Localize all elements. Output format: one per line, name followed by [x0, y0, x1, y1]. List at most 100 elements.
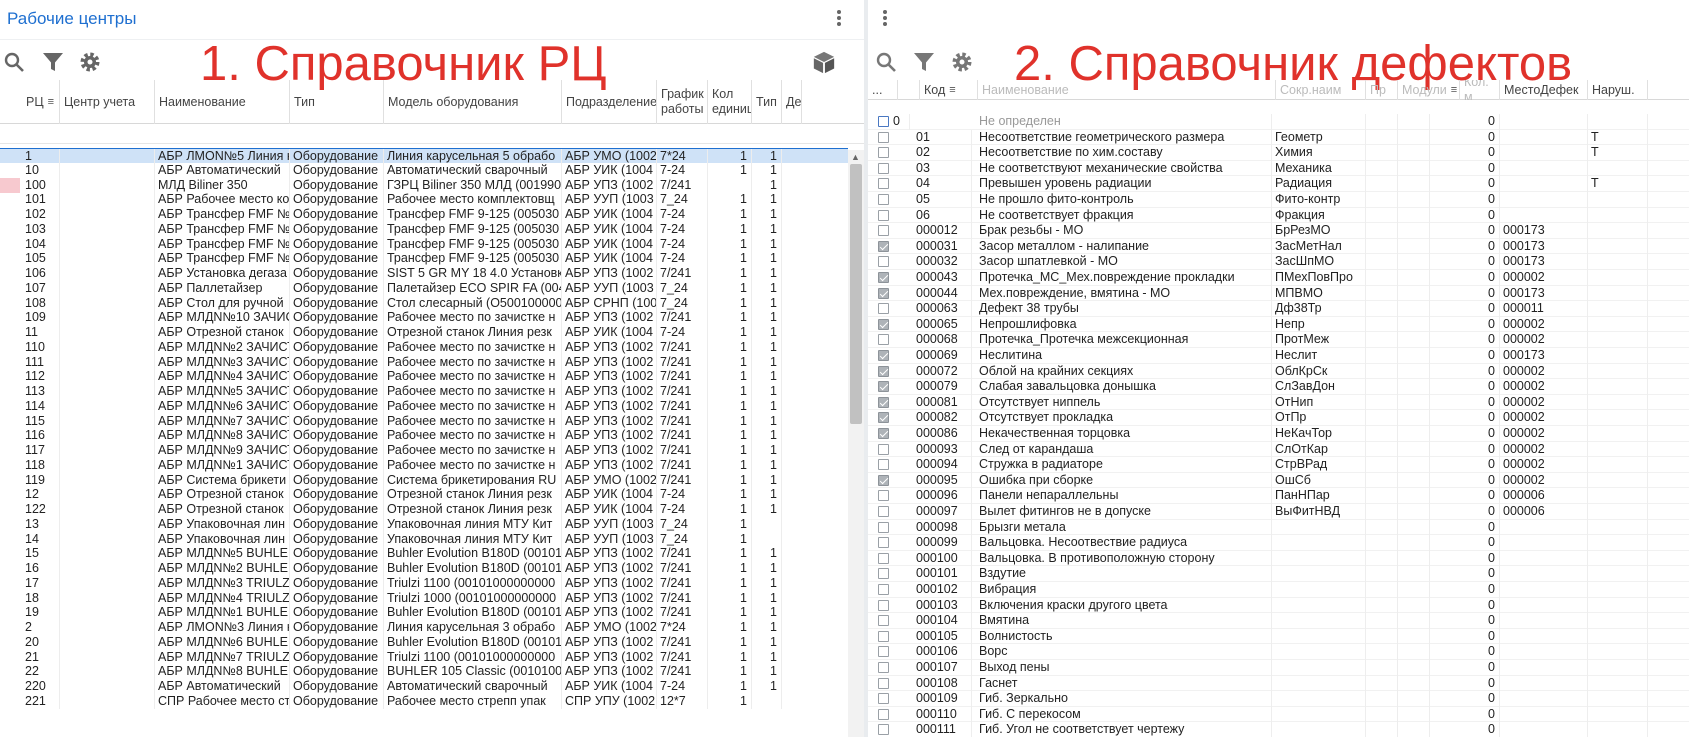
table-row[interactable]: 18 АБР МЛДN№4 TRIULZI Оборудование Triulzi … [0, 590, 848, 606]
column-header[interactable]: МестоДефек [1500, 80, 1588, 100]
table-row[interactable]: 118 АБР МЛДN№1 ЗАЧИСТ Оборудование Рабочее … [0, 457, 848, 473]
table-row[interactable]: 104 АБР Трансфер FMF № Оборудование Трансфе… [0, 236, 848, 252]
table-row[interactable]: 15 АБР МЛДN№5 BUHLER Оборудование Buhler Ev… [0, 546, 848, 561]
table-row[interactable]: 122 АБР Отрезной станок Оборудование Отрезн… [0, 502, 848, 517]
table-row[interactable]: 106 АБР Установка дегаза Оборудование SIST … [0, 266, 848, 281]
table-row[interactable]: 109 АБР МЛДN№10 ЗАЧИСТ Оборудование Рабочее… [0, 310, 848, 325]
row-checkbox[interactable] [878, 287, 889, 299]
table-row[interactable]: 000110 Гиб. С перекосом 0 [868, 706, 1689, 723]
table-row[interactable]: 000104 Вмятина 0 [868, 613, 1689, 629]
row-checkbox[interactable] [878, 225, 889, 237]
checkbox-column-header[interactable] [898, 80, 920, 100]
table-row[interactable]: 06 Не соответствует фракция Фракция 0 [868, 207, 1689, 224]
table-row[interactable]: 107 АБР Паллетайзер Оборудование Палетайзер… [0, 280, 848, 296]
row-checkbox[interactable] [878, 552, 889, 564]
table-row[interactable]: 115 АБР МЛДN№7 ЗАЧИСТ Оборудование Рабочее … [0, 413, 848, 429]
filter-icon[interactable] [912, 50, 936, 74]
table-row[interactable]: 000044 Мех.повреждение, вмятина - МО МПВМО… [868, 285, 1689, 302]
table-row[interactable]: 000101 Вздутие 0 [868, 566, 1689, 582]
row-checkbox[interactable] [878, 506, 889, 517]
row-checkbox[interactable] [878, 443, 889, 455]
table-row[interactable]: 105 АБР Трансфер FMF № Оборудование Трансфе… [0, 251, 848, 266]
column-header[interactable]: Наименование [155, 80, 290, 124]
row-checkbox[interactable] [878, 365, 889, 377]
column-header[interactable]: Тип [752, 80, 782, 124]
table-row[interactable]: 116 АБР МЛДN№8 ЗАЧИСТ Оборудование Рабочее … [0, 428, 848, 443]
column-header[interactable]: Наруш. [1588, 80, 1648, 100]
row-checkbox[interactable] [878, 428, 889, 439]
table-row[interactable]: 221 СПР Рабочее место ст Оборудование Рабоч… [0, 693, 848, 709]
table-row[interactable]: 000105 Волнистость 0 [868, 628, 1689, 645]
row-checkbox[interactable] [878, 209, 889, 221]
sort-icon[interactable]: ≡ [1451, 83, 1457, 98]
row-checkbox[interactable] [878, 521, 889, 533]
table-row[interactable]: 000102 Вибрация 0 [868, 582, 1689, 598]
row-checkbox[interactable] [878, 490, 889, 502]
row-checkbox[interactable] [878, 474, 889, 486]
column-header[interactable]: Центр учета [60, 80, 155, 124]
row-checkbox[interactable] [878, 381, 889, 393]
table-row[interactable]: 000094 Стружка в радиаторе СтрВРад 0 000002 [868, 457, 1689, 473]
search-icon[interactable] [2, 50, 26, 74]
row-checkbox[interactable] [878, 178, 889, 190]
table-row[interactable]: 000096 Панели непараллельны ПанНПар 0 000006 [868, 488, 1689, 504]
filter-icon[interactable] [41, 50, 65, 74]
table-row[interactable]: 000068 Протечка_Протечка межсекционная Про… [868, 332, 1689, 348]
table-row[interactable]: 000106 Ворс 0 [868, 644, 1689, 660]
table-row[interactable]: 21 АБР МЛДN№7 TRIULZI Оборудование Triulzi … [0, 649, 848, 665]
table-row[interactable]: 14 АБР Упаковочная лин Оборудование Упаково… [0, 531, 848, 547]
row-checkbox[interactable] [878, 693, 889, 705]
table-row[interactable]: 10 АБР Автоматический Оборудование Автомати… [0, 162, 848, 178]
row-checkbox[interactable] [878, 256, 889, 268]
row-checkbox[interactable] [878, 599, 889, 611]
table-row[interactable]: 000063 Дефект 38 трубы Дф38Тр 0 000011 [868, 301, 1689, 317]
row-checkbox[interactable] [878, 396, 889, 408]
table-row[interactable]: 16 АБР МЛДN№2 BUHLER Оборудование Buhler Ev… [0, 561, 848, 576]
table-row[interactable]: 111 АБР МЛДN№3 ЗАЧИСТ Оборудование Рабочее … [0, 354, 848, 370]
table-row[interactable]: 000097 Вылет фитингов не в допуске ВыФитНВ… [868, 504, 1689, 520]
column-header[interactable]: Подразделение [562, 80, 657, 124]
table-row[interactable]: 000012 Брак резьбы - МО БрРезМО 0 000173 [868, 223, 1689, 239]
search-icon[interactable] [874, 50, 898, 74]
table-row[interactable]: 102 АБР Трансфер FMF № Оборудование Трансфе… [0, 207, 848, 222]
row-checkbox[interactable] [878, 131, 889, 143]
table-row[interactable]: 000095 Ошибка при сборке ОшСб 0 000002 [868, 472, 1689, 489]
row-checkbox[interactable] [878, 350, 889, 361]
table-row[interactable]: 000032 Засор шпатлевкой - МО ЗасШпМО 0 00017… [868, 254, 1689, 270]
table-row[interactable]: 112 АБР МЛДN№4 ЗАЧИСТ Оборудование Рабочее … [0, 369, 848, 384]
table-row[interactable]: 113 АБР МЛДN№5 ЗАЧИСТ Оборудование Рабочее … [0, 384, 848, 399]
column-header[interactable]: График работы [657, 80, 708, 124]
table-row[interactable]: 000065 Непрошлифовка Непр 0 000002 [868, 316, 1689, 333]
gear-icon[interactable] [78, 50, 102, 74]
column-header[interactable]: Код ≡ [920, 80, 978, 100]
row-checkbox[interactable] [878, 459, 889, 471]
row-checkbox[interactable] [878, 537, 889, 549]
table-row[interactable]: 000082 Отсутствует прокладка ОтПр 0 000002 [868, 410, 1689, 426]
row-checkbox[interactable] [878, 272, 889, 283]
row-checkbox[interactable] [878, 318, 889, 330]
left-scrollbar-thumb[interactable] [850, 164, 862, 424]
kebab-menu-icon[interactable] [878, 8, 892, 32]
column-header[interactable]: Пр [1366, 80, 1398, 100]
row-checkbox[interactable] [878, 303, 889, 315]
table-row[interactable]: 101 АБР Рабочее место ко Оборудование Рабоч… [0, 192, 848, 207]
table-row[interactable]: 22 АБР МЛДN№8 BUHLER Оборудование BUHLER 10… [0, 664, 848, 679]
row-checkbox[interactable] [878, 240, 889, 252]
table-row[interactable]: 103 АБР Трансфер FMF № Оборудование Трансфе… [0, 221, 848, 237]
left-scrollbar[interactable]: ▲ [848, 150, 864, 737]
table-row[interactable]: 000069 Неслитина Неслит 0 000173 [868, 348, 1689, 364]
table-row[interactable]: 01 Несоответствие геометрического размера… [868, 129, 1689, 146]
table-row[interactable]: 119 АБР Система брикети Оборудование Систем… [0, 472, 848, 488]
table-row[interactable]: 000103 Включения краски другого цвета 0 [868, 597, 1689, 614]
table-row[interactable]: 000043 Протечка_МС_Мех.повреждение прокла… [868, 270, 1689, 286]
column-header[interactable]: Наименование [978, 80, 1276, 100]
cube-icon[interactable] [812, 50, 838, 76]
row-checkbox[interactable] [878, 646, 889, 658]
table-row[interactable]: 000109 Гиб. Зеркально 0 [868, 691, 1689, 707]
sort-icon[interactable]: ≡ [48, 95, 54, 110]
table-row[interactable]: 108 АБР Стол для ручной Оборудование Стол с… [0, 295, 848, 311]
table-row[interactable]: 100 МЛД Biliner 350 Оборудование ГЗРЦ Bilin… [0, 177, 848, 194]
row-checkbox[interactable] [878, 677, 889, 689]
row-checkbox[interactable] [878, 147, 889, 159]
table-row[interactable]: 1 АБР ЛМОN№5 Линия ка Оборудование Линия ка… [0, 148, 848, 164]
